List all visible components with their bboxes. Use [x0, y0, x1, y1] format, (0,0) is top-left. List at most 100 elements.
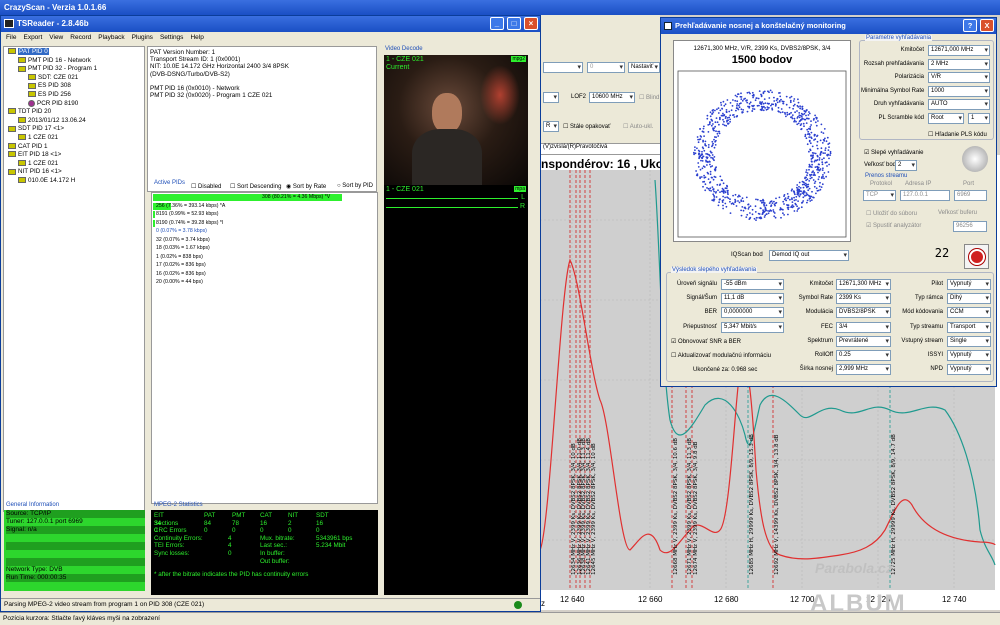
tree-node[interactable]: TDT PID 20: [8, 108, 144, 117]
obnovovat-checkbox[interactable]: ☑ Obnovovať SNR a BER: [671, 338, 741, 345]
crazyscan-combo-b[interactable]: [543, 92, 559, 103]
tree-node[interactable]: NIT PID 16 <1>: [8, 168, 144, 177]
tree-node[interactable]: SDT PID 17 <1>: [8, 125, 144, 134]
tree-node[interactable]: CAT PID 1: [8, 143, 144, 152]
menu-settings[interactable]: Settings: [160, 34, 184, 41]
result-field[interactable]: Vypnutý: [947, 279, 991, 290]
tree-node[interactable]: PMT PID 16 - Network: [8, 57, 144, 66]
param-field[interactable]: AUTO: [928, 99, 990, 110]
result-field[interactable]: 5,347 Mbit/s: [721, 321, 784, 333]
result-field[interactable]: Vypnutý: [947, 364, 991, 376]
result-field[interactable]: Transport: [947, 321, 991, 333]
disabled-checkbox[interactable]: ☐ Disabled: [191, 183, 221, 190]
result-field[interactable]: 11,1 dB: [721, 293, 784, 305]
r-combo[interactable]: R: [543, 121, 559, 132]
pid-row[interactable]: 256 (7.36% = 393.14 kbps) *A: [152, 202, 377, 211]
result-field[interactable]: Single: [947, 335, 991, 347]
param-field[interactable]: 12671,000 MHz: [928, 45, 990, 56]
blind-checkbox[interactable]: ☐ Blind: [639, 94, 659, 101]
menu-plugins[interactable]: Plugins: [132, 34, 153, 41]
dialog-close-button[interactable]: X: [980, 19, 994, 32]
help-button[interactable]: ?: [963, 19, 977, 32]
result-field[interactable]: Dlhý: [947, 293, 991, 305]
result-field[interactable]: DVBS2/8PSK: [836, 307, 891, 319]
result-field[interactable]: 12671,300 MHz: [836, 279, 891, 290]
constellation-dot: [779, 111, 782, 114]
tree-node[interactable]: PAT PID 0: [8, 48, 144, 57]
pid-row[interactable]: 8191 (0.99% = 52.93 kbps): [152, 210, 377, 219]
sort-descending-checkbox[interactable]: ☐ Sort Descending: [230, 183, 281, 190]
stats-note: * after the bitrate indicates the PID ha…: [154, 571, 309, 579]
param-field[interactable]: V/R: [928, 72, 990, 83]
result-field[interactable]: 2,999 MHz: [836, 364, 891, 376]
slepe-checkbox[interactable]: ☑ Slepé vyhľadávanie: [864, 149, 924, 156]
result-field[interactable]: 2399 Ks: [836, 293, 891, 305]
stop-button[interactable]: [964, 244, 989, 269]
tree-node[interactable]: ES PID 308: [8, 82, 144, 91]
pid-row[interactable]: 1 (0.02% = 838 bps): [152, 253, 377, 262]
tree-node[interactable]: 010.0E 14.172 H: [8, 177, 144, 186]
spustit-checkbox[interactable]: ☑ Spustiť analyzátor: [866, 222, 921, 229]
param-field[interactable]: 1000: [928, 85, 990, 97]
tree-node[interactable]: SDT: CZE 021: [8, 74, 144, 83]
pls-code-field[interactable]: 1: [968, 112, 990, 124]
pid-row[interactable]: 32 (0.07% = 3.74 kbps): [152, 236, 377, 245]
stop-icon: [969, 249, 985, 265]
crazyscan-zero-combo[interactable]: 0: [587, 62, 625, 73]
iqscan-combo[interactable]: Demod IQ out: [769, 250, 849, 261]
general-info-panel: Source: TCP/IP Tuner: 127.0.0.1 port 696…: [4, 510, 145, 591]
lof2-field[interactable]: 10600 MHz: [589, 92, 635, 103]
sort-by-pid-radio[interactable]: ○ Sort by PID: [337, 183, 373, 189]
result-field[interactable]: Prevrátené: [836, 335, 891, 347]
sort-by-rate-radio[interactable]: ◉ Sort by Rate: [286, 183, 326, 190]
protokol-combo[interactable]: TCP: [863, 190, 896, 201]
menu-help[interactable]: Help: [190, 34, 203, 41]
tree-node[interactable]: 1 CZE 021: [8, 160, 144, 169]
maximize-button[interactable]: □: [507, 17, 521, 30]
port-field[interactable]: 6969: [954, 190, 987, 201]
result-field[interactable]: CCM: [947, 307, 991, 319]
tree-node[interactable]: ES PID 256: [8, 91, 144, 100]
nastavit-combo[interactable]: Nastaviť: [628, 62, 660, 73]
stale-opakovat-checkbox[interactable]: ☐ Stále opakovať: [563, 123, 610, 130]
result-field[interactable]: 0.25: [836, 350, 891, 361]
menu-playback[interactable]: Playback: [98, 34, 124, 41]
pid-row[interactable]: 20 (0.00% = 44 bps): [152, 278, 377, 287]
param-field[interactable]: 2 MHz: [928, 58, 990, 70]
tree-node[interactable]: EIT PID 18 <1>: [8, 151, 144, 160]
result-field[interactable]: 0,0000000: [721, 307, 784, 319]
adresa-field[interactable]: 127.0.0.1: [900, 190, 950, 201]
ulozit-checkbox[interactable]: ☐ Uložiť do súboru: [866, 210, 917, 217]
menu-export[interactable]: Export: [23, 34, 42, 41]
constellation-dot: [714, 144, 717, 146]
result-field[interactable]: -55 dBm: [721, 279, 784, 290]
close-button[interactable]: ×: [524, 17, 538, 30]
result-field[interactable]: Vypnutý: [947, 350, 991, 361]
aktualizovat-checkbox[interactable]: ☐ Aktualizovať modulačnú informáciu: [671, 352, 771, 359]
pid-row[interactable]: 16 (0.02% = 836 bps): [152, 270, 377, 279]
minimize-button[interactable]: _: [490, 17, 504, 30]
menu-file[interactable]: File: [6, 34, 16, 41]
velkost-bodu-combo[interactable]: 2: [895, 160, 917, 171]
tree-node[interactable]: 1 CZE 021: [8, 134, 144, 143]
pid-row[interactable]: 308 (80.21% = 4.36 Mbps) *V: [152, 193, 377, 202]
menu-view[interactable]: View: [49, 34, 63, 41]
hladanie-pls-checkbox[interactable]: ☐ Hľadanie PLS kódu: [928, 131, 987, 138]
crazyscan-combo-a[interactable]: [543, 62, 583, 73]
constellation-dot: [823, 177, 825, 180]
constellation-dot: [770, 210, 773, 212]
result-field[interactable]: 3/4: [836, 321, 891, 333]
pid-row[interactable]: 8190 (0.74% = 39.28 kbps) *I: [152, 219, 377, 228]
pid-row[interactable]: 18 (0.03% = 1.67 kbps): [152, 244, 377, 253]
pid-row[interactable]: 0 (0.07% = 3.78 kbps): [152, 227, 377, 236]
tree-node[interactable]: PMT PID 32 - Program 1: [8, 65, 144, 74]
auto-checkbox[interactable]: ☐ Auto-ukl.: [623, 123, 653, 130]
transponder-label: 12725 MHz H, 29999 Ks, DVBS2 8PSK, 8/9, …: [891, 434, 897, 575]
tree-node[interactable]: 2013/01/12 13.06.24: [8, 117, 144, 126]
menu-record[interactable]: Record: [70, 34, 91, 41]
tree-node[interactable]: PCR PID 8190: [8, 99, 144, 109]
buffer-field[interactable]: 96256: [953, 221, 987, 232]
pid-row[interactable]: 17 (0.02% = 836 bps): [152, 261, 377, 270]
spectrum-tab[interactable]: (V)zvislá/(R)Pravotočivá: [540, 143, 662, 155]
param-field[interactable]: Root: [928, 112, 964, 124]
